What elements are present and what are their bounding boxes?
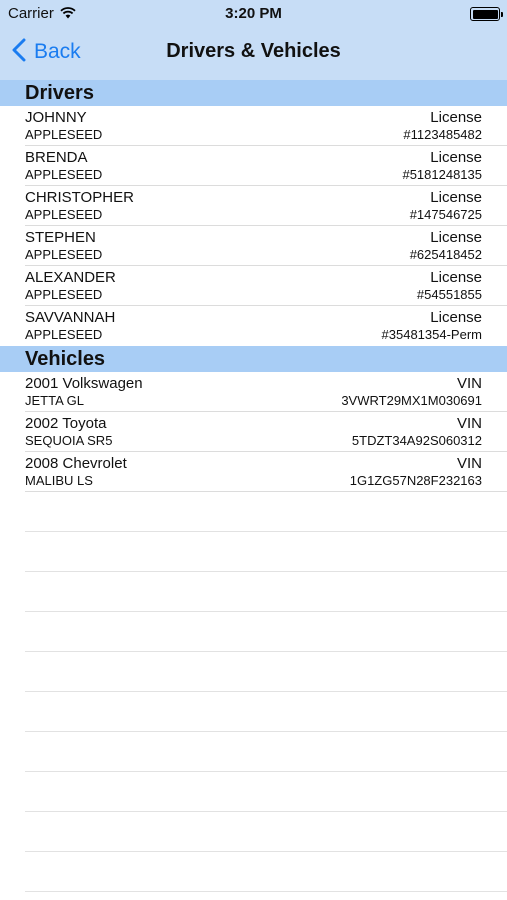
vin-label: VIN [456,375,482,392]
empty-row [25,732,507,772]
driver-first-name: STEPHEN [25,229,96,246]
driver-first-name: CHRISTOPHER [25,189,134,206]
empty-row [25,692,507,732]
license-number: #1123485482 [403,127,482,142]
empty-row [25,652,507,692]
license-label: License [430,229,482,246]
vin-label: VIN [456,415,482,432]
license-number: #625418452 [409,247,482,262]
license-number: #147546725 [409,207,482,222]
vin-number: 3VWRT29MX1M030691 [341,393,482,408]
driver-row[interactable]: BRENDA APPLESEED License #5181248135 [25,146,507,186]
empty-row [25,492,507,532]
license-label: License [430,189,482,206]
driver-last-name: APPLESEED [25,207,103,222]
driver-row[interactable]: SAVVANNAH APPLESEED License #35481354-Pe… [25,306,507,346]
vehicle-model: MALIBU LS [25,473,93,488]
driver-row[interactable]: STEPHEN APPLESEED License #625418452 [25,226,507,266]
empty-row [25,812,507,852]
vehicle-make: 2008 Chevrolet [25,455,127,472]
driver-first-name: JOHNNY [25,109,87,126]
vehicle-model: JETTA GL [25,393,84,408]
top-bar: Carrier 3:20 PM Back Drivers & Vehicles [0,0,507,80]
vehicle-model: SEQUOIA SR5 [25,433,113,448]
license-number: #54551855 [416,287,482,302]
driver-last-name: APPLESEED [25,247,103,262]
license-label: License [430,269,482,286]
empty-row [25,772,507,812]
driver-first-name: ALEXANDER [25,269,116,286]
driver-row[interactable]: CHRISTOPHER APPLESEED License #147546725 [25,186,507,226]
vin-number: 1G1ZG57N28F232163 [349,473,482,488]
status-bar: Carrier 3:20 PM [0,0,507,28]
empty-row [25,532,507,572]
vehicle-row[interactable]: 2008 Chevrolet MALIBU LS VIN 1G1ZG57N28F… [25,452,507,492]
empty-row [25,612,507,652]
vehicle-make: 2002 Toyota [25,415,107,432]
license-label: License [430,309,482,326]
license-label: License [430,109,482,126]
drivers-header-label: Drivers [25,82,94,104]
driver-first-name: BRENDA [25,149,88,166]
battery-fill [472,9,498,19]
vehicle-row[interactable]: 2002 Toyota SEQUOIA SR5 VIN 5TDZT34A92S0… [25,412,507,452]
driver-row[interactable]: JOHNNY APPLESEED License #1123485482 [25,106,507,146]
license-label: License [430,149,482,166]
vin-label: VIN [456,455,482,472]
driver-last-name: APPLESEED [25,167,103,182]
driver-last-name: APPLESEED [25,327,103,342]
driver-last-name: APPLESEED [25,127,103,142]
vehicles-header-label: Vehicles [25,348,106,370]
empty-row [25,572,507,612]
license-number: #35481354-Perm [381,327,482,342]
status-time: 3:20 PM [225,5,282,22]
vehicle-row[interactable]: 2001 Volkswagen JETTA GL VIN 3VWRT29MX1M… [25,372,507,412]
drivers-section-header: Drivers [0,80,507,106]
battery-icon [470,7,503,21]
license-number: #5181248135 [402,167,482,182]
driver-row[interactable]: ALEXANDER APPLESEED License #54551855 [25,266,507,306]
driver-first-name: SAVVANNAH [25,309,116,326]
vehicles-section-header: Vehicles [0,346,507,372]
page-title: Drivers & Vehicles [166,40,341,62]
driver-last-name: APPLESEED [25,287,103,302]
vehicle-make: 2001 Volkswagen [25,375,143,392]
empty-row [25,852,507,892]
vin-number: 5TDZT34A92S060312 [351,433,482,448]
